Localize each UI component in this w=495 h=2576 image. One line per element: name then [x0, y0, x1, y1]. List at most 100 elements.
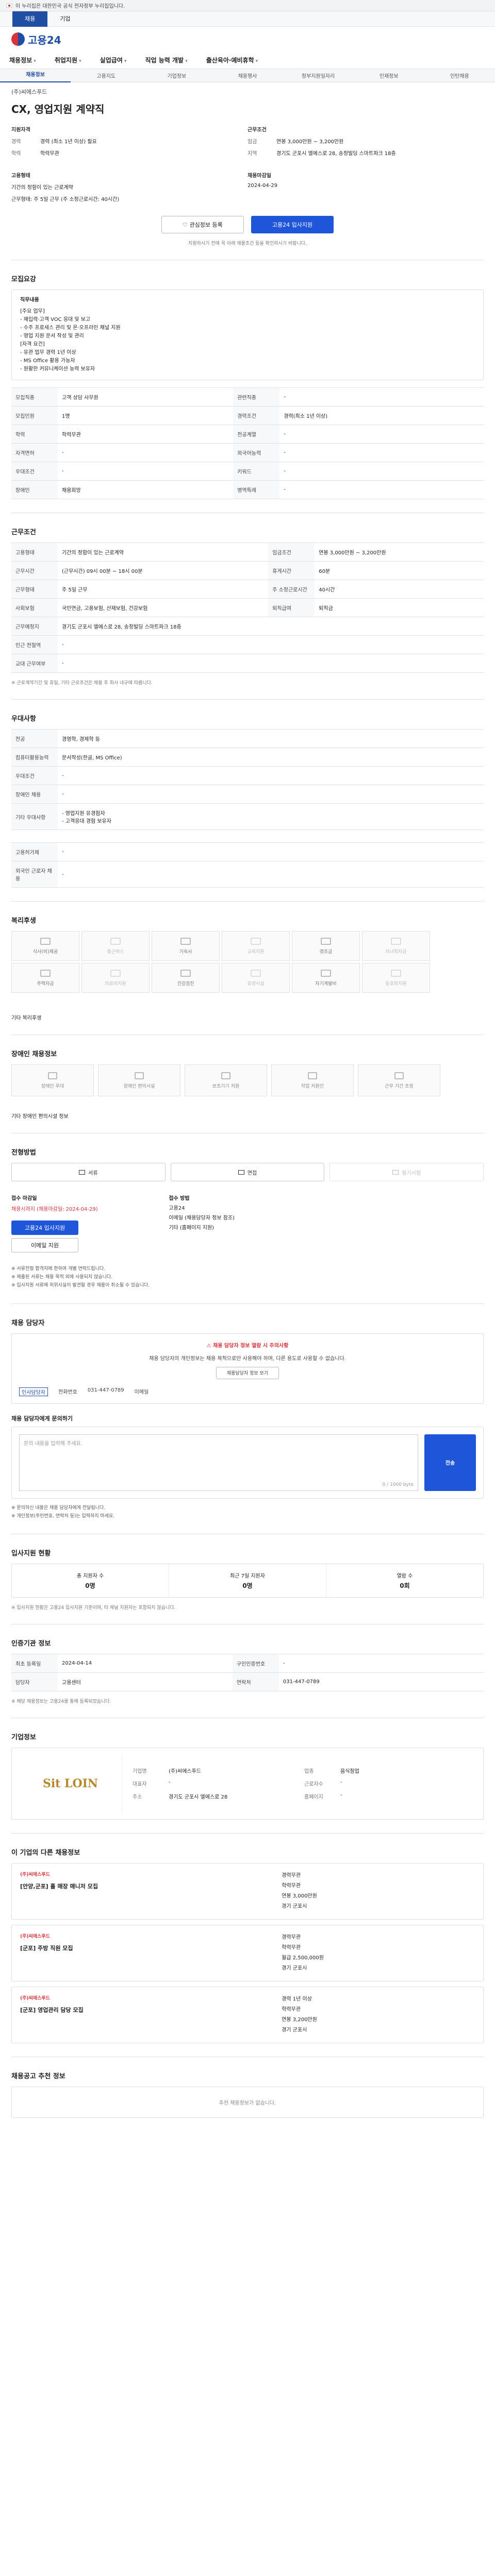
related-right: 경력무관 학력무관 월급 2,500,000원 경기 군포시	[271, 1933, 475, 1974]
table-row: 근무형태 주 5일 근무 주 소정근로시간 40시간	[11, 580, 484, 599]
subnav-jobs[interactable]: 채용정보	[0, 69, 71, 82]
row-value: 고용센터	[58, 1672, 233, 1691]
apply-button[interactable]: 고용24 입사지원	[251, 216, 334, 233]
related-title[interactable]: [안양,군포] 홀 매장 매니저 모집	[20, 1883, 271, 1891]
email-apply-button[interactable]: 이메일 지원	[11, 1238, 78, 1252]
row-label: 최초 등록일	[11, 1653, 58, 1673]
gnb-jobs[interactable]: 채용정보	[9, 56, 36, 64]
welfare-label: 교육지원	[247, 949, 265, 955]
disabled-icons: 장애인 우대 장애인 편의시설 보조기기 지원 작업 지원인 근무 기간 조정	[11, 1064, 484, 1096]
disabled-item: 작업 지원인	[271, 1064, 354, 1096]
table-row: 우대조건 -	[11, 766, 484, 785]
subnav-event[interactable]: 채용행사	[212, 72, 283, 79]
related-right: 경력 1년 이상 학력무관 연봉 3,200만원 경기 군포시	[271, 1994, 475, 2036]
row-value-2: -	[279, 443, 484, 462]
welfare-icons: 식사(비)제공 통근버스 기숙사 교육지원 경조금 자녀학자금 주택자금 의료비지원 건강검진 휴…	[11, 931, 484, 993]
row-value: -	[58, 766, 484, 785]
gnb-support[interactable]: 취업지원	[55, 56, 81, 64]
gnb-benefit[interactable]: 실업급여	[100, 56, 127, 64]
section-preferences: 우대사항	[11, 715, 36, 723]
stat-recent: 최근 7일 지원자 0명	[169, 1564, 326, 1597]
service-tabs: 채용 기업	[0, 11, 495, 27]
row-value-2: -	[279, 387, 484, 406]
row-value: (근무시간) 09시 00분 ~ 18시 00분	[58, 561, 269, 580]
welfare-note: 기타 복리후생	[11, 1015, 42, 1021]
process-methods: 서류 면접 필기시험	[11, 1163, 484, 1181]
related-company: (주)씨에스푸드	[20, 1872, 50, 1877]
document-icon	[79, 1170, 86, 1175]
show-contact-button[interactable]: 채용담당자 정보 보기	[216, 1366, 279, 1379]
row-value: -	[58, 635, 484, 654]
row-label: 모집직종	[11, 387, 58, 406]
gnb-training[interactable]: 직업 능력 개발	[145, 56, 187, 64]
heart-icon: ♡	[183, 221, 190, 228]
row-value-2: 60분	[315, 561, 484, 580]
section-related: 이 기업의 다른 채용정보	[11, 1849, 80, 1857]
row-value-2: -	[279, 462, 484, 481]
stat-views: 열람 수 0회	[397, 1573, 413, 1589]
disabled-label: 장애인 우대	[41, 1083, 64, 1089]
scrap-button[interactable]: ♡ 관심정보 등록	[161, 216, 244, 233]
welfare-item: 자기계발비	[292, 963, 360, 993]
row-label: 고용형태	[11, 543, 58, 562]
section-jobinfo: 모집요강	[11, 276, 36, 283]
table-row: 고용형태 기간의 정함이 있는 근로계약 임금조건 연봉 3,000만원 ~ 3,20…	[11, 543, 484, 562]
subnav-talent[interactable]: 인재정보	[354, 72, 424, 79]
disabled-item: 장애인 우대	[11, 1064, 94, 1096]
table-row: 외국인 근로자 채용 -	[11, 861, 484, 888]
row-label: 모집인원	[11, 406, 58, 425]
table-row: 학력 학력무관 전공계열 -	[11, 425, 484, 444]
inquiry-section: 채용 담당자에게 문의하기 문의 내용을 입력해 주세요. 0 / 1000 by…	[11, 1414, 484, 1520]
accessibility-icon	[48, 1072, 57, 1079]
related-list: (주)씨에스푸드 [안양,군포] 홀 매장 매니저 모집 경력무관 학력무관 연봉 3,…	[11, 1862, 484, 2043]
row-value: 1명	[58, 406, 234, 425]
gnb-parent[interactable]: 출산육아·예비휴학	[206, 56, 258, 64]
etc-table: 고용허가제 - 외국인 근로자 채용 -	[11, 842, 484, 888]
welfare-item: 통근버스	[81, 931, 150, 961]
inquiry-send-button[interactable]: 전송	[424, 1434, 476, 1491]
subnav-intern[interactable]: 인턴채용	[424, 72, 495, 79]
related-job-card[interactable]: (주)씨에스푸드 [군포] 주방 직원 모집 경력무관 학력무관 월급 2,500,00…	[11, 1924, 484, 1981]
related-job-card[interactable]: (주)씨에스푸드 [안양,군포] 홀 매장 매니저 모집 경력무관 학력무관 연봉 3,…	[11, 1862, 484, 1920]
related-title[interactable]: [군포] 영업관리 담당 모집	[20, 2006, 271, 2015]
table-row: 컴퓨터활용능력 문서작성(한글, MS Office)	[11, 748, 484, 767]
table-row: 최초 등록일 2024-04-14 구인인증번호 -	[11, 1653, 484, 1673]
row-label-2: 구인인증번호	[232, 1653, 279, 1673]
row-value: -	[58, 443, 234, 462]
site-logo[interactable]: 고용24	[0, 27, 495, 52]
welfare-icon	[110, 969, 121, 977]
table-row: 고용허가제 -	[11, 842, 484, 861]
related-title[interactable]: [군포] 주방 직원 모집	[20, 1944, 271, 1953]
related-company: (주)씨에스푸드	[20, 1995, 50, 2001]
table-row: 기타 우대사항 - 영업지원 유경험자 - 고객응대 경험 보유자	[11, 803, 484, 830]
conditions-table: 고용형태 기간의 정함이 있는 근로계약 임금조건 연봉 3,000만원 ~ 3,20…	[11, 543, 484, 673]
row-value: 국민연금, 고용보험, 산재보험, 건강보험	[58, 598, 269, 617]
accessibility-icon	[135, 1072, 144, 1079]
subnav-public[interactable]: 정부지원일자리	[283, 72, 354, 79]
row-label: 전공	[11, 729, 58, 748]
inquiry-textarea[interactable]: 문의 내용을 입력해 주세요. 0 / 1000 byte	[19, 1434, 418, 1491]
sub-nav: 채용정보 고용지도 기업정보 채용행사 정부지원일자리 인재정보 인턴채용	[0, 69, 495, 82]
tab-company[interactable]: 기업	[47, 11, 82, 27]
company-field-value: 음식점업	[340, 1769, 359, 1775]
tab-job[interactable]: 채용	[12, 11, 48, 27]
related-job-card[interactable]: (주)씨에스푸드 [군포] 영업관리 담당 모집 경력 1년 이상 학력무관 연봉 3,…	[11, 1986, 484, 2043]
accessibility-icon	[308, 1072, 317, 1079]
table-row: 우대조건 - 키워드 -	[11, 462, 484, 481]
row-value: 경영학, 경제학 등	[58, 729, 484, 748]
row-label: 우대조건	[11, 462, 58, 481]
welfare-item: 기숙사	[152, 931, 220, 961]
apply-info: 접수 마감일 채용시까지 (채용마감일: 2024-04-29) 고용24 입사…	[11, 1194, 484, 1252]
subnav-company[interactable]: 기업정보	[141, 72, 212, 79]
welfare-icon	[110, 937, 121, 945]
row-label: 컴퓨터활용능력	[11, 748, 58, 767]
section-welfare: 복리후생	[11, 917, 36, 925]
subnav-map[interactable]: 고용지도	[71, 72, 141, 79]
apply-button-2[interactable]: 고용24 입사지원	[11, 1221, 78, 1235]
accessibility-icon	[221, 1072, 230, 1079]
row-label: 인근 전철역	[11, 635, 58, 654]
row-value: -	[58, 785, 484, 804]
apply-stats: 총 지원자 수 0명 최근 7일 지원자 0명 열람 수 0회	[11, 1563, 484, 1598]
welfare-label: 통근버스	[107, 949, 124, 955]
welfare-label: 의료비지원	[105, 981, 126, 987]
